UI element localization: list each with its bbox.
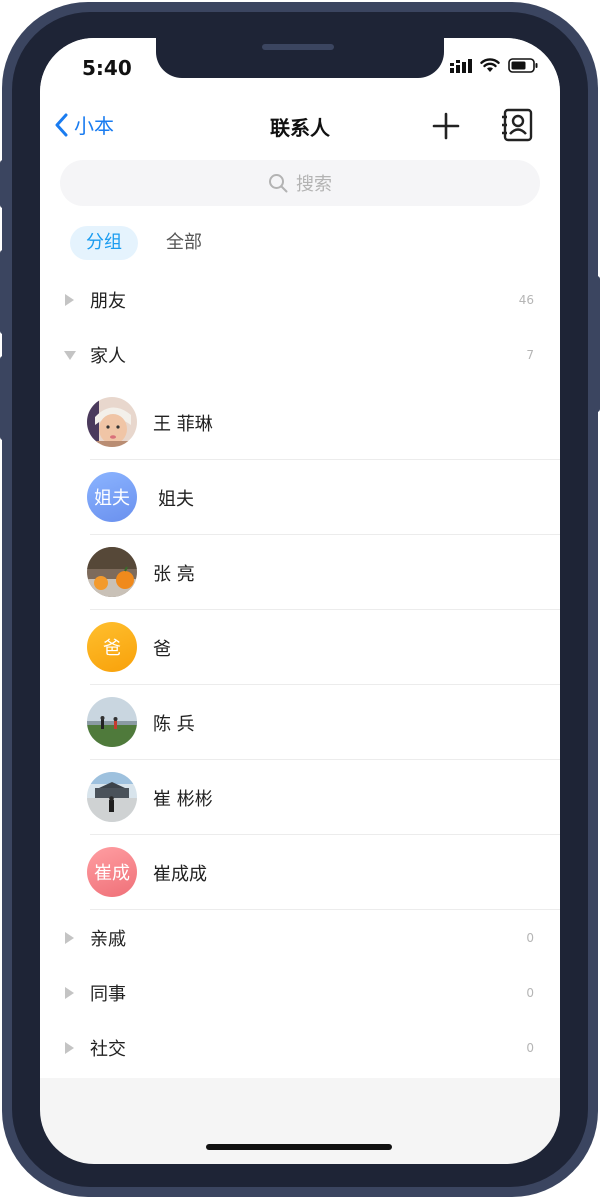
plus-icon — [432, 112, 460, 140]
page-title: 联系人 — [270, 116, 330, 140]
contact-row[interactable]: 王 菲琳 — [40, 385, 560, 460]
speaker-grille — [262, 44, 334, 50]
contact-row[interactable]: 崔 彬彬 — [40, 760, 560, 835]
avatar-text: 爸 — [87, 622, 137, 672]
tab-groups[interactable]: 分组 — [70, 226, 138, 260]
side-button-volume-up — [0, 250, 6, 334]
status-icons — [450, 58, 538, 73]
group-name: 亲戚 — [90, 929, 126, 950]
group-social[interactable]: 社交 0 — [40, 1020, 560, 1076]
avatar-text: 姐夫 — [87, 472, 137, 522]
avatar-photo-oranges — [87, 547, 137, 597]
contact-row[interactable]: 张 亮 — [40, 535, 560, 610]
battery-icon — [508, 58, 538, 73]
nav-header: 小本 联系人 — [40, 100, 560, 150]
search-placeholder: 搜索 — [296, 174, 332, 195]
caret-right-icon — [65, 1042, 74, 1054]
contact-row[interactable]: 崔成 崔成成 — [40, 835, 560, 910]
tab-all[interactable]: 全部 — [150, 226, 218, 260]
tab-bar: 分组 全部 — [70, 226, 230, 260]
contact-name: 张 亮 — [153, 563, 195, 585]
search-icon — [269, 174, 288, 193]
contact-row[interactable]: 姐夫 姐夫 — [40, 460, 560, 535]
group-friends[interactable]: 朋友 46 — [40, 272, 560, 328]
contact-name: 爸 — [153, 638, 171, 660]
notch — [156, 38, 444, 78]
avatar-photo-field — [87, 697, 137, 747]
caret-right-icon — [65, 987, 74, 999]
side-button-volume-down — [0, 356, 6, 440]
wifi-icon — [480, 58, 500, 72]
side-button-mute — [0, 160, 6, 208]
signal-icon — [450, 58, 472, 73]
group-name: 家人 — [90, 346, 126, 367]
group-count: 0 — [526, 1041, 534, 1055]
add-contact-button[interactable] — [430, 110, 462, 142]
contact-name: 王 菲琳 — [153, 413, 213, 435]
group-name: 社交 — [90, 1039, 126, 1060]
avatar-initials: 爸 — [103, 638, 121, 659]
avatar-initials: 崔成 — [94, 863, 130, 884]
contact-row[interactable]: 陈 兵 — [40, 685, 560, 760]
side-button-power — [594, 276, 600, 412]
avatar-text: 崔成 — [87, 847, 137, 897]
group-count: 0 — [526, 986, 534, 1000]
address-book-button[interactable] — [500, 107, 536, 143]
screen: 5:40 小本 联系人 搜索 分组 全部 朋友 46 家人 7 王 菲琳 姐夫 … — [40, 38, 560, 1164]
avatar-initials: 姐夫 — [94, 488, 130, 509]
avatar-photo-building — [87, 772, 137, 822]
group-colleagues[interactable]: 同事 0 — [40, 965, 560, 1021]
address-book-icon — [502, 108, 533, 142]
status-time: 5:40 — [82, 56, 132, 80]
caret-right-icon — [65, 294, 74, 306]
caret-down-icon — [64, 351, 76, 360]
caret-right-icon — [65, 932, 74, 944]
group-name: 朋友 — [90, 291, 126, 312]
group-relatives[interactable]: 亲戚 0 — [40, 910, 560, 966]
group-count: 46 — [518, 293, 534, 307]
contact-name: 姐夫 — [158, 488, 194, 510]
group-count: 0 — [526, 931, 534, 945]
group-count: 7 — [526, 348, 534, 362]
search-input[interactable]: 搜索 — [60, 160, 540, 206]
contact-name: 陈 兵 — [153, 713, 195, 735]
contact-row[interactable]: 爸 爸 — [40, 610, 560, 685]
home-indicator[interactable] — [206, 1144, 392, 1150]
group-name: 同事 — [90, 984, 126, 1005]
avatar-photo-girl — [87, 397, 137, 447]
contact-name: 崔 彬彬 — [153, 788, 213, 810]
group-family[interactable]: 家人 7 — [40, 327, 560, 383]
contact-name: 崔成成 — [153, 863, 207, 885]
phone-frame: 5:40 小本 联系人 搜索 分组 全部 朋友 46 家人 7 王 菲琳 姐夫 … — [0, 0, 600, 1199]
